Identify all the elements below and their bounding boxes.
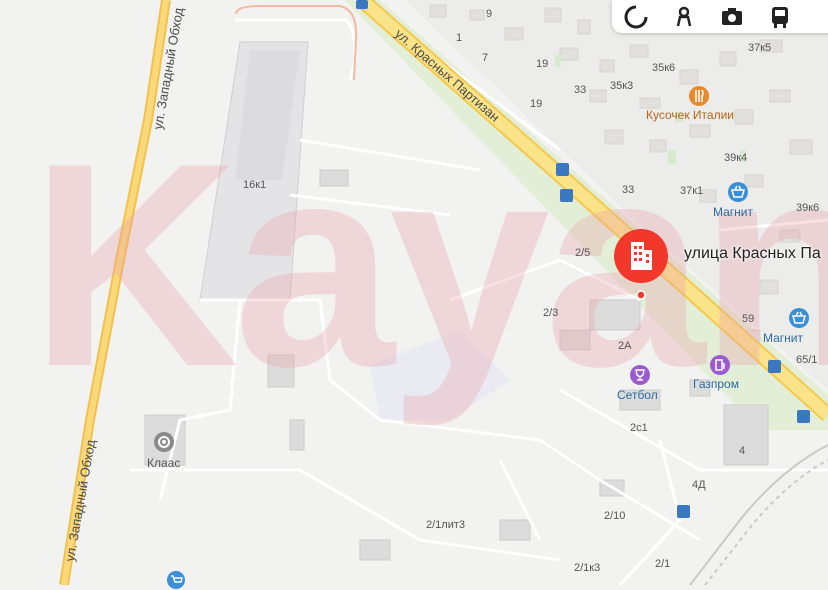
house-number: 2с1 bbox=[630, 422, 648, 434]
house-number: 2/10 bbox=[604, 510, 626, 522]
shopping-cart-icon[interactable] bbox=[166, 570, 186, 590]
shopping-basket-icon[interactable] bbox=[727, 181, 749, 203]
fuel-station-icon[interactable] bbox=[709, 354, 731, 376]
transit-button[interactable] bbox=[756, 0, 804, 33]
house-number: 7 bbox=[482, 52, 489, 64]
house-number: 35к3 bbox=[610, 80, 634, 92]
selected-place-marker-icon[interactable] bbox=[613, 228, 669, 284]
camera-icon bbox=[722, 7, 742, 25]
map-layers-toolbar bbox=[612, 0, 828, 33]
house-number: 39к4 bbox=[724, 152, 748, 164]
poi-setbol[interactable]: Сетбол bbox=[617, 388, 658, 402]
poi-magnit-2[interactable]: Магнит bbox=[763, 331, 803, 345]
shopping-basket-icon[interactable] bbox=[788, 307, 810, 329]
traffic-button[interactable] bbox=[612, 0, 660, 33]
house-number: 2/1 bbox=[655, 558, 671, 570]
house-number: 4Д bbox=[692, 479, 706, 491]
traffic-icon bbox=[624, 4, 648, 28]
selected-place-label[interactable]: улица Красных Па bbox=[684, 245, 821, 263]
gear-icon[interactable] bbox=[153, 431, 175, 453]
house-number: 2/5 bbox=[575, 247, 591, 259]
house-number: 16к1 bbox=[243, 179, 267, 191]
restaurant-icon[interactable] bbox=[688, 85, 710, 107]
house-number: 65/1 bbox=[796, 354, 818, 366]
panorama-button[interactable] bbox=[660, 0, 708, 33]
house-number: 1 bbox=[456, 32, 463, 44]
house-number: 19 bbox=[530, 98, 543, 110]
house-number: 4 bbox=[739, 445, 746, 457]
poi-kusochek-italii[interactable]: Кусочек Италии bbox=[646, 108, 734, 122]
marker-point-icon bbox=[636, 290, 646, 300]
house-number: 59 bbox=[742, 313, 755, 325]
house-number: 39к6 bbox=[796, 202, 820, 214]
house-number: 33 bbox=[622, 184, 635, 196]
house-number: 19 bbox=[536, 58, 549, 70]
house-number: 33 bbox=[574, 84, 587, 96]
house-number: 9 bbox=[486, 8, 493, 20]
poi-klaas[interactable]: Клаас bbox=[147, 456, 180, 470]
photo-button[interactable] bbox=[708, 0, 756, 33]
panorama-icon bbox=[676, 6, 692, 26]
house-number: 2/1к3 bbox=[574, 562, 601, 574]
trophy-icon[interactable] bbox=[629, 364, 651, 386]
house-number: 2А bbox=[618, 340, 632, 352]
poi-magnit-1[interactable]: Магнит bbox=[713, 205, 753, 219]
house-number: 2/1лит3 bbox=[426, 519, 466, 531]
house-number: 37к5 bbox=[748, 42, 772, 54]
poi-gazprom[interactable]: Газпром bbox=[693, 377, 739, 391]
transit-icon bbox=[772, 6, 788, 28]
house-number: 37к1 bbox=[680, 185, 704, 197]
house-number: 2/3 bbox=[543, 307, 559, 319]
house-number: 35к6 bbox=[652, 62, 676, 74]
